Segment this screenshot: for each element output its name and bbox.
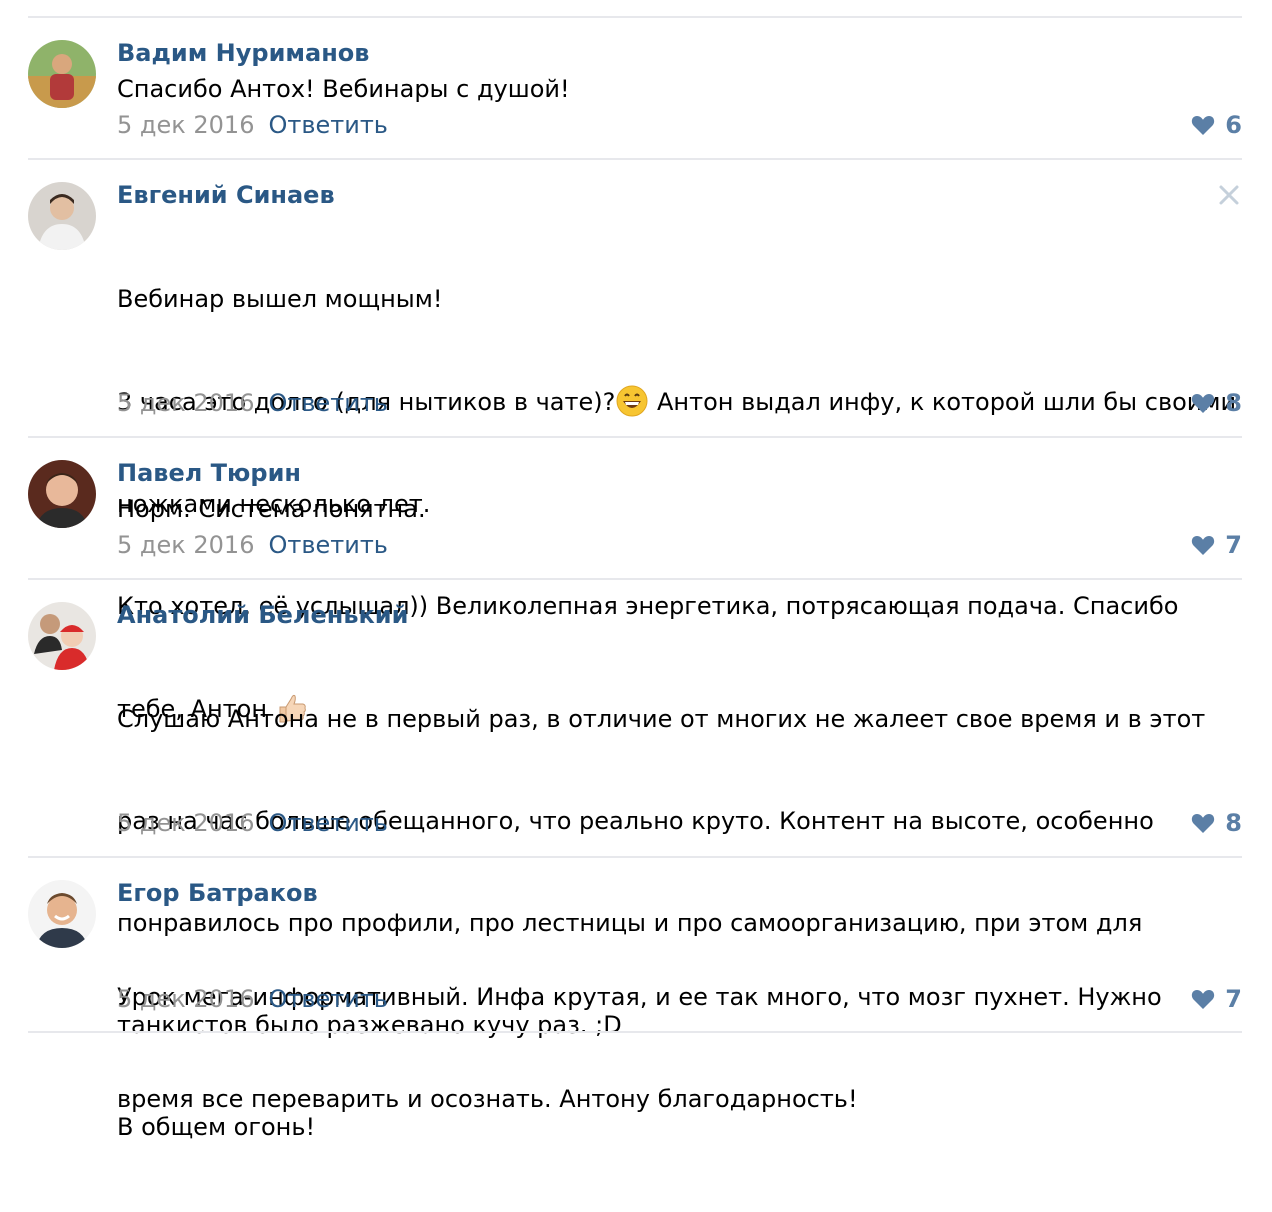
avatar-image <box>28 880 96 948</box>
comment-text-line: Спасибо Антох! Вебинары с душой! <box>117 75 570 103</box>
reply-link[interactable]: Ответить <box>268 809 387 837</box>
user-avatar[interactable] <box>28 182 96 250</box>
comment-date[interactable]: 5 дек 2016 <box>117 531 254 559</box>
user-avatar[interactable] <box>28 460 96 528</box>
comment-author[interactable]: Анатолий Беленький <box>117 600 408 630</box>
comment-item: Евгений Синаев Вебинар вышел мощным! 3 ч… <box>28 158 1242 723</box>
grinning-face-icon <box>615 384 649 418</box>
comment-text-line: Вебинар вышел мощным! <box>117 285 443 313</box>
reply-link[interactable]: Ответить <box>268 389 387 417</box>
comment-author[interactable]: Евгений Синаев <box>117 180 335 210</box>
comment-item: Павел Тюрин Норм. Система понятна. 5 дек… <box>28 436 1242 578</box>
avatar-image <box>28 602 96 670</box>
avatar-image <box>28 460 96 528</box>
comment-meta: 5 дек 2016 Ответить <box>117 110 388 140</box>
comment-author[interactable]: Павел Тюрин <box>117 458 301 488</box>
like-button[interactable]: 7 <box>1191 530 1242 560</box>
comment-text-line: Слушаю Антона не в первый раз, в отличие… <box>117 705 1206 733</box>
comment-author[interactable]: Егор Батраков <box>117 878 318 908</box>
reply-link[interactable]: Ответить <box>268 531 387 559</box>
heart-icon <box>1192 814 1215 833</box>
divider <box>28 1031 1242 1033</box>
close-icon[interactable] <box>1216 182 1242 208</box>
text-fragment: Антон выдал инфу, к которой шли бы своим… <box>649 388 1237 416</box>
comment-date[interactable]: 5 дек 2016 <box>117 809 254 837</box>
like-button[interactable]: 8 <box>1191 388 1242 418</box>
comment-meta: 5 дек 2016 Ответить <box>117 808 388 838</box>
user-avatar[interactable] <box>28 602 96 670</box>
reply-link[interactable]: Ответить <box>268 985 387 1013</box>
like-button[interactable]: 6 <box>1191 110 1242 140</box>
avatar-image <box>28 182 96 250</box>
comment-text: Спасибо Антох! Вебинары с душой! <box>117 72 1242 106</box>
like-count: 8 <box>1225 809 1242 837</box>
comments-list: Вадим Нуриманов Спасибо Антох! Вебинары … <box>0 0 1272 1141</box>
comment-text: Норм. Система понятна. <box>117 492 1242 526</box>
like-count: 8 <box>1225 389 1242 417</box>
heart-icon <box>1192 990 1215 1009</box>
comment-date[interactable]: 5 дек 2016 <box>117 389 254 417</box>
heart-icon <box>1192 536 1215 555</box>
comment-item: Анатолий Беленький Слушаю Антона не в пе… <box>28 578 1242 1141</box>
heart-icon <box>1192 116 1215 135</box>
like-count: 7 <box>1225 531 1242 559</box>
like-count: 7 <box>1225 985 1242 1013</box>
user-avatar[interactable] <box>28 880 96 948</box>
reply-link[interactable]: Ответить <box>268 111 387 139</box>
comment-author[interactable]: Вадим Нуриманов <box>117 38 369 68</box>
comment-text: Урок мега-информативный. Инфа крутая, и … <box>117 912 1242 1184</box>
comment-text-line: Норм. Система понятна. <box>117 495 426 523</box>
like-button[interactable]: 8 <box>1191 808 1242 838</box>
comment-meta: 5 дек 2016 Ответить <box>117 388 388 418</box>
user-avatar[interactable] <box>28 40 96 108</box>
comment-item: Егор Батраков Урок мега-информативный. И… <box>28 856 1242 1113</box>
comment-item: Вадим Нуриманов Спасибо Антох! Вебинары … <box>28 16 1242 158</box>
like-count: 6 <box>1225 111 1242 139</box>
comment-meta: 5 дек 2016 Ответить <box>117 530 388 560</box>
avatar-image <box>28 40 96 108</box>
comment-date[interactable]: 5 дек 2016 <box>117 985 254 1013</box>
comment-text-line: время все переварить и осознать. Антону … <box>117 1085 858 1113</box>
comment-date[interactable]: 5 дек 2016 <box>117 111 254 139</box>
comment-meta: 5 дек 2016 Ответить <box>117 984 388 1014</box>
like-button[interactable]: 7 <box>1191 984 1242 1014</box>
heart-icon <box>1192 394 1215 413</box>
